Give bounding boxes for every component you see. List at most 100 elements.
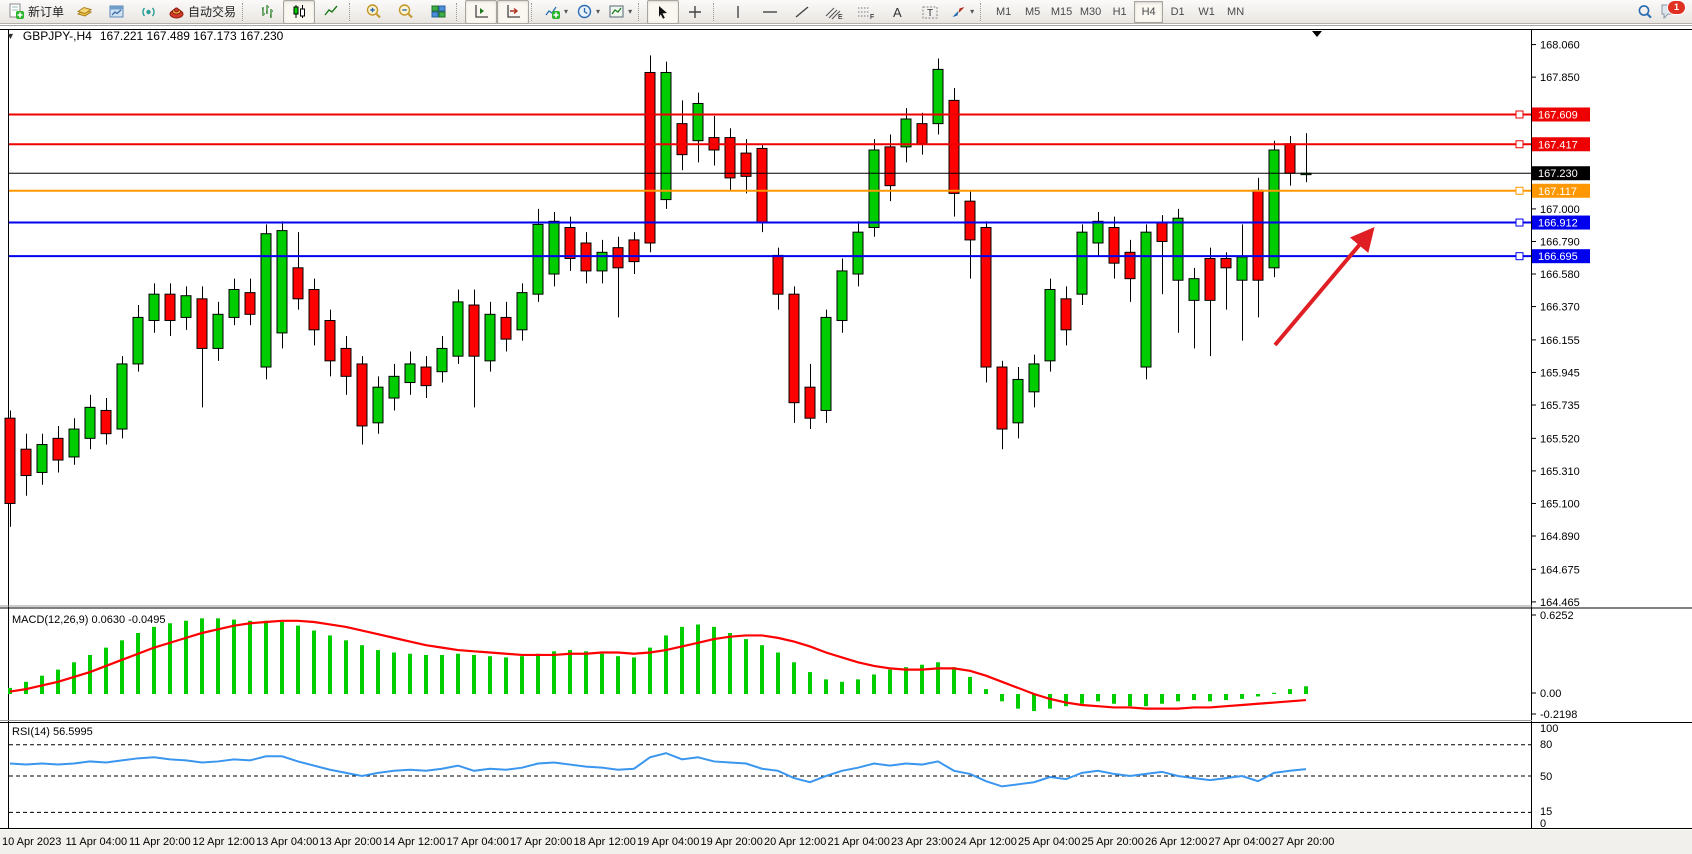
candle bbox=[69, 429, 79, 457]
market-watch-button[interactable] bbox=[68, 0, 100, 24]
timeframe-button-M15[interactable]: M15 bbox=[1047, 1, 1076, 23]
fibonacci-button[interactable]: F bbox=[850, 0, 882, 24]
candle bbox=[181, 296, 191, 318]
timeframe-button-M5[interactable]: M5 bbox=[1018, 1, 1047, 23]
horizontal-line-button[interactable] bbox=[754, 0, 786, 24]
candle bbox=[117, 364, 127, 429]
vertical-line-button[interactable] bbox=[722, 0, 754, 24]
price-tick-label: 166.370 bbox=[1540, 302, 1580, 314]
candle bbox=[565, 228, 575, 259]
template-icon bbox=[608, 3, 625, 20]
line-handle[interactable] bbox=[1516, 141, 1523, 148]
open-chart-button[interactable] bbox=[100, 0, 132, 24]
timeframe-button-H1[interactable]: H1 bbox=[1105, 1, 1134, 23]
candle bbox=[485, 314, 495, 361]
symbol-period-label: GBPJPY-,H4 bbox=[23, 29, 92, 43]
price-tick-label: 168.060 bbox=[1540, 40, 1580, 52]
toolbar-separator bbox=[456, 3, 463, 21]
text-button[interactable]: A bbox=[882, 0, 914, 24]
price-badge-label: 166.912 bbox=[1538, 218, 1578, 230]
chart-window[interactable]: 168.060167.850167.000166.790166.580166.3… bbox=[0, 24, 1692, 854]
periods-button[interactable]: ▾ bbox=[572, 0, 604, 24]
trendline-button[interactable] bbox=[786, 0, 818, 24]
timeframe-button-H4[interactable]: H4 bbox=[1134, 1, 1163, 23]
time-axis-label: 11 Apr 20:00 bbox=[129, 836, 191, 848]
new-order-button[interactable]: 新订单 bbox=[4, 0, 68, 24]
search-icon[interactable] bbox=[1636, 3, 1654, 21]
toolbar-separator bbox=[713, 3, 720, 21]
text-label-button[interactable]: T bbox=[914, 0, 946, 24]
macd-scale-label: 0.6252 bbox=[1540, 610, 1574, 622]
time-axis-label: 25 Apr 20:00 bbox=[1082, 836, 1144, 848]
equidistant-channel-button[interactable]: E bbox=[818, 0, 850, 24]
candle bbox=[53, 438, 63, 460]
candle bbox=[341, 348, 351, 376]
zoom-in-icon bbox=[365, 3, 383, 21]
price-tick-label: 164.890 bbox=[1540, 531, 1580, 543]
timeframe-button-M30[interactable]: M30 bbox=[1076, 1, 1105, 23]
rsi-scale-label: 15 bbox=[1540, 806, 1552, 818]
expand-arrow-icon[interactable]: ▼ bbox=[6, 31, 15, 41]
time-axis-label: 10 Apr 2023 bbox=[2, 836, 61, 848]
candle bbox=[1237, 257, 1247, 280]
tile-windows-icon bbox=[430, 3, 447, 20]
line-handle[interactable] bbox=[1516, 219, 1523, 226]
candle bbox=[405, 364, 415, 383]
signals-button[interactable] bbox=[132, 0, 164, 24]
time-axis-label: 24 Apr 12:00 bbox=[955, 836, 1017, 848]
chart-shift-button[interactable] bbox=[465, 0, 497, 24]
line-chart-button[interactable] bbox=[315, 0, 347, 24]
arrows-tool-button[interactable]: ▾ bbox=[946, 0, 978, 24]
line-handle[interactable] bbox=[1516, 187, 1523, 194]
indicators-button[interactable]: ▾ bbox=[540, 0, 572, 24]
text-label-icon: T bbox=[921, 4, 939, 20]
time-axis-label: 23 Apr 23:00 bbox=[891, 836, 953, 848]
svg-text:E: E bbox=[838, 14, 843, 20]
macd-scale-label: -0.2198 bbox=[1540, 709, 1577, 721]
chart-canvas[interactable]: 168.060167.850167.000166.790166.580166.3… bbox=[0, 24, 1692, 854]
candle bbox=[805, 387, 815, 418]
candle bbox=[821, 317, 831, 410]
auto-scroll-button[interactable] bbox=[497, 0, 529, 24]
candle bbox=[293, 268, 303, 299]
bar-chart-button[interactable] bbox=[251, 0, 283, 24]
auto-scroll-icon bbox=[505, 3, 522, 20]
templates-button[interactable]: ▾ bbox=[604, 0, 636, 24]
rsi-indicator-label: RSI(14) 56.5995 bbox=[12, 726, 93, 738]
notifications-button[interactable]: 1 bbox=[1660, 2, 1682, 22]
tile-windows-button[interactable] bbox=[422, 0, 454, 24]
timeframe-button-W1[interactable]: W1 bbox=[1192, 1, 1221, 23]
candle bbox=[1173, 218, 1183, 280]
dropdown-arrow-icon: ▾ bbox=[596, 7, 600, 16]
candle bbox=[501, 317, 511, 339]
zoom-in-button[interactable] bbox=[358, 0, 390, 24]
time-axis-label: 27 Apr 20:00 bbox=[1272, 836, 1334, 848]
price-tick-label: 166.580 bbox=[1540, 269, 1580, 281]
auto-trading-button[interactable]: 自动交易 bbox=[164, 0, 240, 24]
signal-icon bbox=[140, 3, 157, 20]
rsi-scale-label: 100 bbox=[1540, 723, 1558, 735]
time-axis-label: 20 Apr 12:00 bbox=[764, 836, 826, 848]
time-axis-label: 21 Apr 04:00 bbox=[828, 836, 890, 848]
timeframe-button-MN[interactable]: MN bbox=[1221, 1, 1250, 23]
time-axis-label: 14 Apr 12:00 bbox=[383, 836, 445, 848]
timeframe-button-D1[interactable]: D1 bbox=[1163, 1, 1192, 23]
svg-text:A: A bbox=[893, 5, 902, 20]
zoom-out-button[interactable] bbox=[390, 0, 422, 24]
line-handle[interactable] bbox=[1516, 111, 1523, 118]
crosshair-button[interactable] bbox=[679, 0, 711, 24]
candle bbox=[37, 445, 47, 473]
add-indicator-icon bbox=[544, 3, 561, 20]
ohlc-values: 167.221 167.489 167.173 167.230 bbox=[100, 29, 284, 43]
time-axis-label: 19 Apr 04:00 bbox=[637, 836, 699, 848]
cursor-button[interactable] bbox=[647, 0, 679, 24]
candlestick-chart-button[interactable] bbox=[283, 0, 315, 24]
line-handle[interactable] bbox=[1516, 253, 1523, 260]
candle bbox=[1189, 279, 1199, 301]
candle bbox=[853, 232, 863, 274]
candle bbox=[789, 294, 799, 403]
toolbar-separator bbox=[531, 3, 538, 21]
toolbar-right-group: 1 bbox=[1636, 2, 1692, 22]
timeframe-button-M1[interactable]: M1 bbox=[989, 1, 1018, 23]
candlestick-icon bbox=[291, 3, 308, 20]
